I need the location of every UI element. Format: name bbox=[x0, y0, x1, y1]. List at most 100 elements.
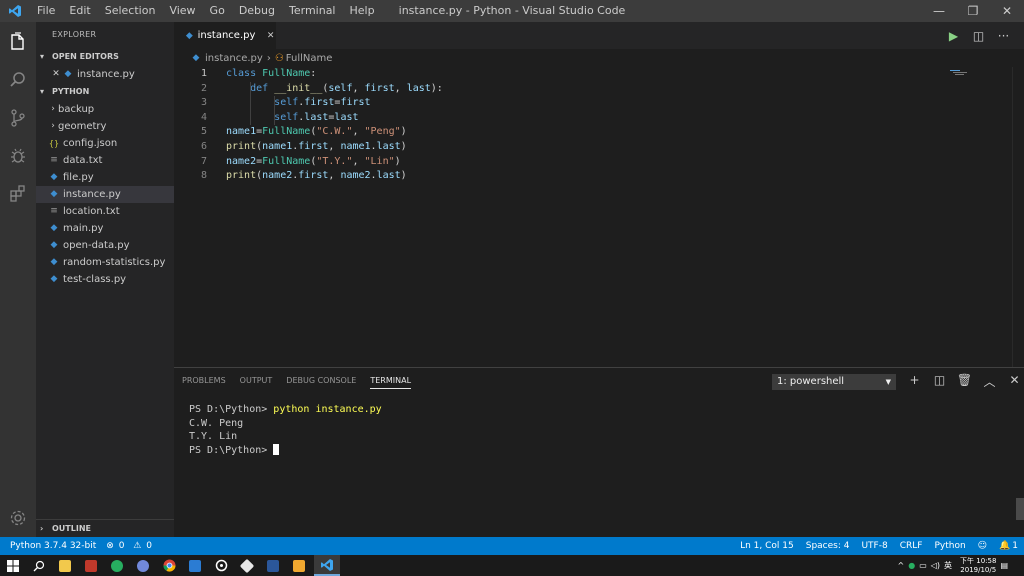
tab-debug-console[interactable]: DEBUG CONSOLE bbox=[286, 376, 356, 389]
source-control-icon[interactable] bbox=[0, 100, 36, 136]
code-token: "C.W." bbox=[316, 126, 353, 138]
tab-terminal[interactable]: TERMINAL bbox=[370, 376, 412, 389]
cursor-position[interactable]: Ln 1, Col 15 bbox=[740, 541, 794, 551]
chevron-down-icon: ▾ bbox=[40, 52, 45, 61]
code-text: name1=FullName("C.W.", "Peng") bbox=[226, 125, 407, 140]
line-app-icon[interactable] bbox=[108, 557, 126, 574]
menu-debug[interactable]: Debug bbox=[232, 0, 282, 22]
file-item[interactable]: ◆ file.py bbox=[36, 169, 174, 186]
network-icon[interactable]: ▭ bbox=[919, 561, 927, 570]
search-icon[interactable] bbox=[0, 62, 36, 98]
menu-selection[interactable]: Selection bbox=[98, 0, 163, 22]
restore-button[interactable]: ❐ bbox=[956, 0, 990, 22]
terminal-cursor bbox=[273, 443, 280, 455]
encoding[interactable]: UTF-8 bbox=[861, 541, 887, 551]
indentation[interactable]: Spaces: 4 bbox=[806, 541, 850, 551]
more-actions-icon[interactable]: ··· bbox=[991, 29, 1016, 43]
clock[interactable]: 下午 10:58 2019/10/5 bbox=[960, 557, 996, 575]
menu-file[interactable]: File bbox=[30, 0, 62, 22]
media-player-icon[interactable] bbox=[82, 557, 100, 574]
file-explorer-icon[interactable] bbox=[56, 557, 74, 574]
terminal-select[interactable]: 1: powershell ▼ bbox=[772, 374, 896, 390]
file-item[interactable]: ◆ open-data.py bbox=[36, 237, 174, 254]
close-button[interactable]: ✕ bbox=[990, 0, 1024, 22]
split-terminal-icon[interactable]: ◫ bbox=[927, 373, 952, 390]
python-interpreter[interactable]: Python 3.7.4 32-bit bbox=[10, 541, 96, 551]
problems-indicator[interactable]: ⊗ 0 ⚠ 0 bbox=[106, 541, 152, 551]
file-item[interactable]: ≡ data.txt bbox=[36, 152, 174, 169]
line-endings[interactable]: CRLF bbox=[900, 541, 923, 551]
git-app-icon[interactable] bbox=[238, 557, 256, 574]
menu-go[interactable]: Go bbox=[203, 0, 232, 22]
notification-count: 1 bbox=[1012, 541, 1018, 551]
code-token: ): bbox=[430, 82, 443, 94]
file-item[interactable]: ◆ random-statistics.py bbox=[36, 254, 174, 271]
error-count: 0 bbox=[118, 541, 125, 551]
code-token: self bbox=[274, 97, 299, 109]
breadcrumb-symbol[interactable]: FullName bbox=[286, 53, 333, 64]
file-item[interactable]: ◆ main.py bbox=[36, 220, 174, 237]
open-editors-header[interactable]: ▾ OPEN EDITORS bbox=[36, 48, 174, 66]
explorer-icon[interactable] bbox=[0, 24, 36, 60]
debug-icon[interactable] bbox=[0, 138, 36, 174]
close-icon[interactable]: ✕ bbox=[50, 66, 62, 83]
notifications[interactable]: 🔔 1 bbox=[999, 541, 1018, 551]
menu-help[interactable]: Help bbox=[343, 0, 382, 22]
minimap[interactable] bbox=[950, 67, 970, 75]
breadcrumb-file[interactable]: instance.py bbox=[205, 53, 263, 64]
python-folder-header[interactable]: ▾ PYTHON bbox=[36, 83, 174, 101]
trash-icon[interactable]: 🗑 bbox=[952, 373, 977, 390]
file-item[interactable]: ≡ location.txt bbox=[36, 203, 174, 220]
close-icon[interactable]: ✕ bbox=[265, 31, 276, 41]
code-token: self bbox=[328, 82, 353, 94]
mail-icon[interactable] bbox=[186, 557, 204, 574]
settings-gear-icon[interactable] bbox=[0, 500, 36, 536]
circle-app-icon[interactable] bbox=[212, 557, 230, 574]
clock-time: 下午 10:58 bbox=[960, 556, 997, 565]
tab-problems[interactable]: PROBLEMS bbox=[182, 376, 226, 389]
minimize-button[interactable]: — bbox=[922, 0, 956, 22]
outline-header[interactable]: › OUTLINE bbox=[36, 519, 174, 537]
notes-app-icon[interactable] bbox=[290, 557, 308, 574]
run-icon[interactable]: ▶ bbox=[941, 29, 966, 43]
code-token: ) bbox=[394, 155, 401, 167]
open-editor-item[interactable]: ✕ ◆ instance.py bbox=[36, 66, 174, 83]
line-number: 6 bbox=[200, 141, 207, 152]
code-token: "T.Y." bbox=[316, 155, 353, 167]
file-item[interactable]: ◆ instance.py bbox=[36, 186, 174, 203]
chevron-right-icon: › bbox=[51, 104, 55, 114]
menu-terminal[interactable]: Terminal bbox=[282, 0, 343, 22]
chevron-up-icon[interactable]: ^ bbox=[898, 561, 905, 570]
tray-app-icon[interactable]: ● bbox=[908, 561, 915, 570]
tab-instance-py[interactable]: ◆ instance.py ✕ bbox=[174, 22, 276, 49]
search-icon[interactable] bbox=[30, 557, 48, 574]
ime-indicator[interactable]: 英 bbox=[944, 560, 952, 571]
folder-item[interactable]: › geometry bbox=[36, 118, 174, 135]
menu-edit[interactable]: Edit bbox=[62, 0, 97, 22]
code-text: self.last=last bbox=[226, 111, 358, 126]
folder-item[interactable]: › backup bbox=[36, 101, 174, 118]
file-item[interactable]: {} config.json bbox=[36, 135, 174, 152]
close-panel-icon[interactable]: ✕ bbox=[1002, 373, 1024, 390]
new-terminal-icon[interactable]: + bbox=[902, 373, 927, 390]
extensions-icon[interactable] bbox=[0, 176, 36, 212]
word-icon[interactable] bbox=[264, 557, 282, 574]
split-editor-icon[interactable]: ◫ bbox=[966, 29, 991, 43]
discord-icon[interactable] bbox=[134, 557, 152, 574]
feedback-smiley-icon[interactable]: ☺ bbox=[978, 541, 987, 551]
windows-start-icon[interactable] bbox=[4, 557, 22, 574]
code-editor[interactable]: 1 class FullName: 2 def __init__(self, fir… bbox=[174, 67, 1024, 367]
panel-tabs: PROBLEMS OUTPUT DEBUG CONSOLE TERMINAL bbox=[182, 376, 425, 389]
file-item[interactable]: ◆ test-class.py bbox=[36, 271, 174, 288]
chrome-icon[interactable] bbox=[160, 557, 178, 574]
terminal-scrollbar[interactable] bbox=[1016, 498, 1024, 520]
maximize-panel-icon[interactable]: ︿ bbox=[977, 373, 1002, 390]
action-center-icon[interactable]: ▤ bbox=[1000, 561, 1008, 570]
terminal-output[interactable]: PS D:\Python> python instance.py C.W. Pe… bbox=[189, 403, 382, 457]
language-mode[interactable]: Python bbox=[934, 541, 965, 551]
menu-view[interactable]: View bbox=[162, 0, 202, 22]
vscode-taskbar-button[interactable] bbox=[314, 555, 340, 576]
volume-icon[interactable]: ◁) bbox=[931, 561, 940, 570]
editor-scrollbar[interactable] bbox=[1012, 67, 1024, 367]
tab-output[interactable]: OUTPUT bbox=[240, 376, 273, 389]
